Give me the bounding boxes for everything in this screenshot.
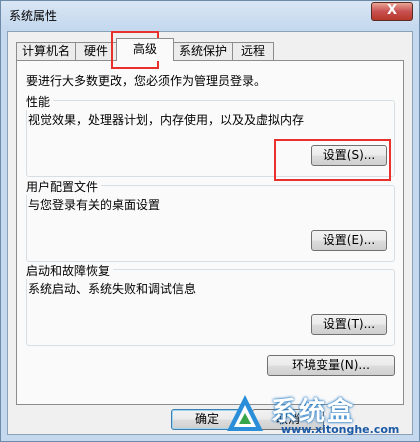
close-icon[interactable]: X xyxy=(371,2,413,21)
watermark-url: www.xitonghe.com xyxy=(281,423,400,436)
system-properties-window: 系统属性 X 计算机名 硬件 高级 系统保护 远程 要进行大多数更改，您必须作为… xyxy=(0,0,420,442)
advanced-tab-panel: 要进行大多数更改，您必须作为管理员登录。 性能 视觉效果，处理器计划，内存使用，… xyxy=(16,60,404,405)
admin-note: 要进行大多数更改，您必须作为管理员登录。 xyxy=(26,74,267,88)
performance-title: 性能 xyxy=(26,93,54,110)
xitonghe-logo-icon xyxy=(227,395,263,431)
user-profiles-group: 用户配置文件 与您登录有关的桌面设置 设置(E)... xyxy=(26,178,395,262)
tab-hardware[interactable]: 硬件 xyxy=(75,42,117,60)
performance-description: 视觉效果，处理器计划，内存使用，以及及虚拟内存 xyxy=(28,113,305,127)
tab-system-protection[interactable]: 系统保护 xyxy=(173,42,233,60)
user-profiles-title: 用户配置文件 xyxy=(26,178,102,195)
user-profiles-settings-button[interactable]: 设置(E)... xyxy=(311,230,387,251)
user-profiles-description: 与您登录有关的桌面设置 xyxy=(28,198,161,212)
window-title: 系统属性 xyxy=(9,9,58,23)
tab-advanced[interactable]: 高级 xyxy=(116,38,174,61)
performance-settings-button[interactable]: 设置(S)... xyxy=(311,145,387,166)
performance-group: 性能 视觉效果，处理器计划，内存使用，以及及虚拟内存 设置(S)... xyxy=(26,93,395,177)
startup-recovery-title: 启动和故障恢复 xyxy=(26,262,114,279)
startup-recovery-description: 系统启动、系统失败和调试信息 xyxy=(28,282,197,296)
title-bar[interactable]: 系统属性 X xyxy=(1,1,419,27)
environment-variables-button[interactable]: 环境变量(N)... xyxy=(267,355,395,376)
tab-computer-name[interactable]: 计算机名 xyxy=(16,42,76,60)
dialog-client-area: 计算机名 硬件 高级 系统保护 远程 要进行大多数更改，您必须作为管理员登录。 … xyxy=(7,31,413,435)
tab-remote[interactable]: 远程 xyxy=(232,42,274,60)
startup-recovery-group: 启动和故障恢复 系统启动、系统失败和调试信息 设置(T)... xyxy=(26,262,395,346)
startup-recovery-settings-button[interactable]: 设置(T)... xyxy=(311,314,387,335)
site-watermark: 系统盒 www.xitonghe.com xyxy=(219,391,419,441)
